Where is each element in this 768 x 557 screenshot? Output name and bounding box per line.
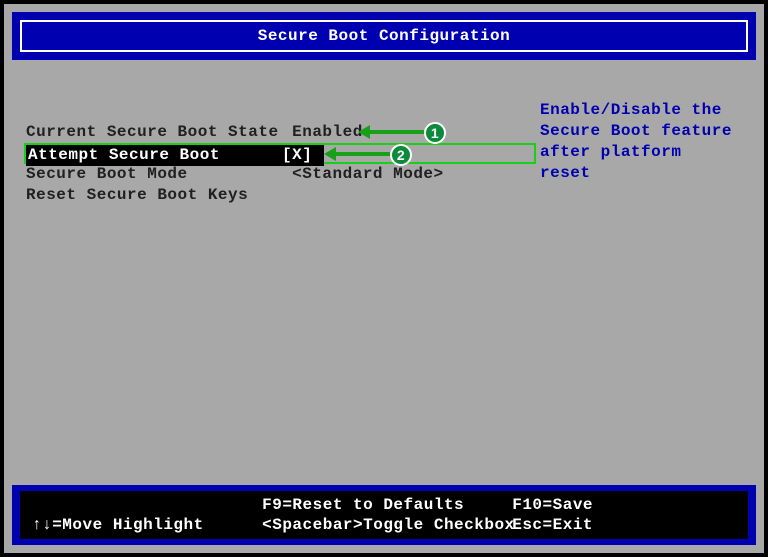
hint-esc-exit: Esc=Exit: [512, 515, 712, 535]
option-label: Current Secure Boot State: [26, 122, 282, 143]
option-checkbox[interactable]: [X]: [282, 145, 324, 166]
option-attempt-secure-boot[interactable]: Attempt Secure Boot[X]: [24, 143, 536, 164]
hint-toggle-checkbox: <Spacebar>Toggle Checkbox: [262, 515, 502, 535]
hint-f10-save: F10=Save: [512, 495, 712, 515]
hint-move-highlight: ↑↓=Move Highlight: [20, 515, 252, 535]
option-secure-boot-mode[interactable]: Secure Boot Mode <Standard Mode>: [26, 164, 536, 185]
footer-row-top: F9=Reset to Defaults F10=Save: [20, 495, 748, 515]
bios-screen: Secure Boot Configuration Current Secure…: [4, 4, 764, 553]
help-text: Enable/Disable the Secure Boot feature a…: [540, 100, 740, 184]
footer-inner: F9=Reset to Defaults F10=Save ↑↓=Move Hi…: [20, 491, 748, 539]
title-bar: Secure Boot Configuration: [12, 12, 756, 60]
main-panel: Current Secure Boot State Enabled Attemp…: [12, 64, 756, 481]
option-reset-keys[interactable]: Reset Secure Boot Keys: [26, 185, 536, 206]
option-label: Reset Secure Boot Keys: [26, 185, 282, 206]
page-title: Secure Boot Configuration: [258, 27, 511, 45]
options-list: Current Secure Boot State Enabled Attemp…: [26, 122, 536, 206]
option-label: Secure Boot Mode: [26, 164, 282, 185]
footer-bar: F9=Reset to Defaults F10=Save ↑↓=Move Hi…: [12, 485, 756, 545]
help-line: Enable/Disable the: [540, 100, 740, 121]
option-value[interactable]: <Standard Mode>: [292, 164, 444, 185]
option-label: Attempt Secure Boot: [26, 145, 282, 166]
hint-f9-reset: F9=Reset to Defaults: [262, 495, 502, 515]
footer-row-bottom: ↑↓=Move Highlight <Spacebar>Toggle Check…: [20, 515, 748, 535]
option-current-state: Current Secure Boot State Enabled: [26, 122, 536, 143]
title-bar-inner: Secure Boot Configuration: [20, 20, 748, 52]
help-line: Secure Boot feature: [540, 121, 740, 142]
option-value: Enabled: [292, 122, 363, 143]
help-line: after platform reset: [540, 142, 740, 184]
